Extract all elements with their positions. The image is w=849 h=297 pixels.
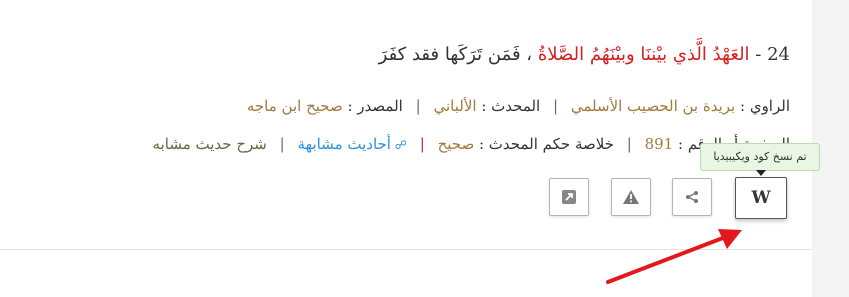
hadith-quote: العَهْدُ الَّذي بيْننَا وبيْنَهُمُ الصَّ…	[537, 44, 750, 65]
separator: |	[553, 97, 559, 115]
wikipedia-button[interactable]: W	[735, 177, 787, 219]
link-icon: ☍	[390, 138, 407, 152]
explain-hadith-link[interactable]: شرح حديث مشابه	[153, 135, 267, 153]
warning-icon	[623, 190, 639, 204]
hadith-rest: ، فَمَن تَرَكَها فقد كفَرَ	[378, 44, 538, 65]
report-button[interactable]	[611, 178, 651, 216]
ruling-value: صحيح	[437, 135, 475, 153]
hadith-info-row: الراوي : بريدة بن الحصيب الأسلمي | المحد…	[247, 95, 790, 117]
annotation-arrow	[606, 229, 742, 284]
separator: |	[626, 135, 632, 153]
source-value[interactable]: صحيح ابن ماجه	[247, 97, 343, 115]
share-icon	[686, 191, 698, 203]
source-label: المصدر :	[342, 97, 403, 115]
similar-hadith-link[interactable]: ☍ أحاديث مشابهة	[297, 135, 406, 153]
tooltip-arrow	[756, 170, 766, 176]
hadith-meta-row: الصفحة أو الرقم : 891 | خلاصة حكم المحدث…	[153, 133, 790, 156]
hadith-text: 24 - العَهْدُ الَّذي بيْننَا وبيْنَهُمُ …	[379, 42, 790, 68]
narrator-label: الراوي :	[735, 97, 790, 115]
open-external-button[interactable]	[549, 178, 589, 216]
hadith-number: 24 -	[749, 44, 790, 65]
separator: |	[419, 135, 425, 153]
muhaddith-value[interactable]: الألباني	[433, 97, 476, 115]
narrator-value[interactable]: بريدة بن الحصيب الأسلمي	[571, 97, 735, 115]
wikipedia-icon: W	[751, 188, 771, 208]
external-link-icon	[562, 190, 576, 204]
separator: |	[415, 97, 421, 115]
copy-tooltip: تم نسخ كود ويكيبيديا	[700, 143, 820, 171]
share-button[interactable]	[672, 178, 712, 216]
similar-hadith-label: أحاديث مشابهة	[297, 135, 391, 153]
page-value: 891	[644, 135, 674, 153]
ruling-label: خلاصة حكم المحدث :	[474, 135, 614, 153]
separator: |	[279, 135, 285, 153]
muhaddith-label: المحدث :	[476, 97, 541, 115]
